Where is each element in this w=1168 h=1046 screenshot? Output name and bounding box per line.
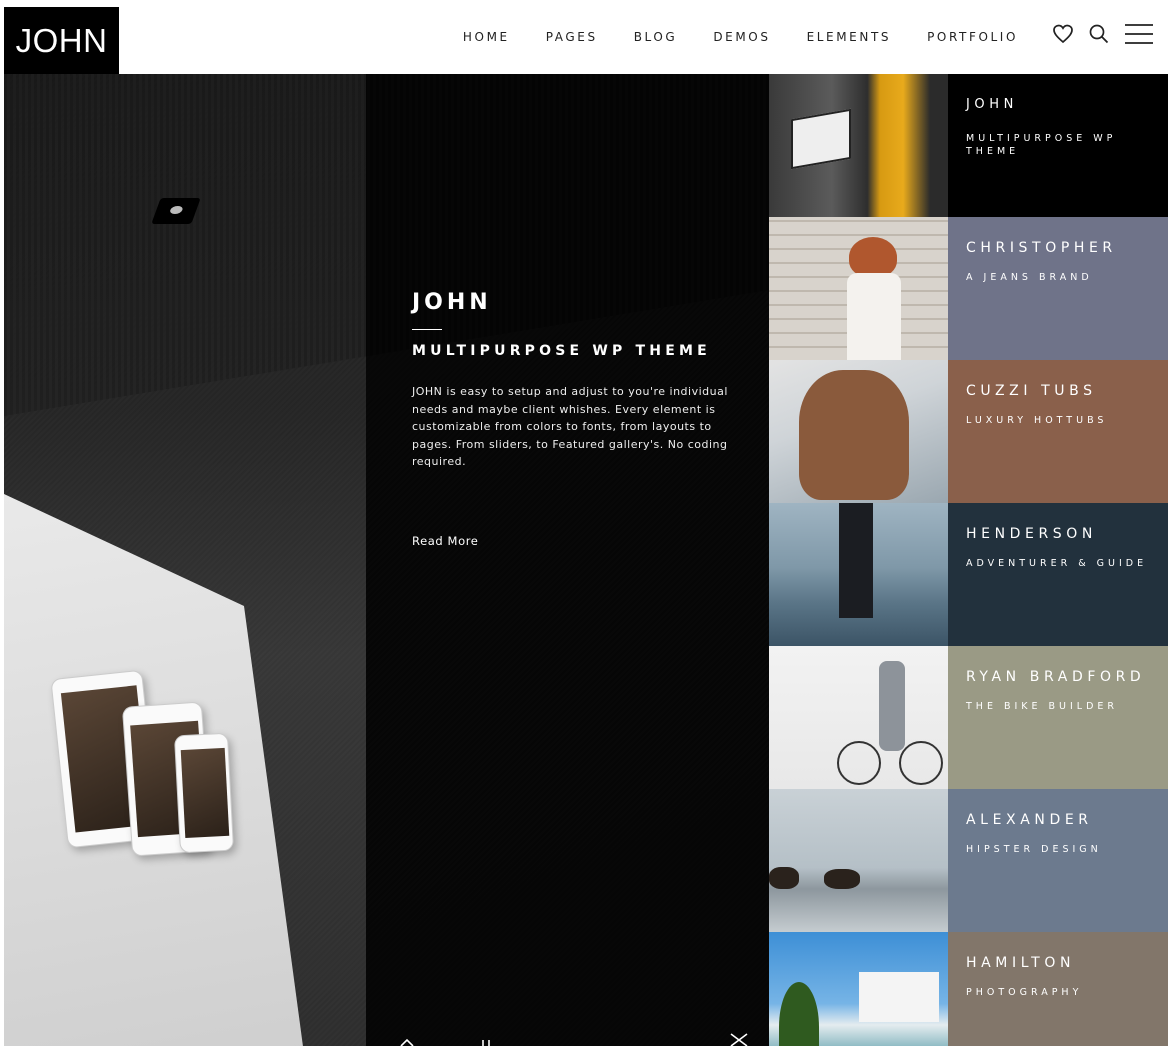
portfolio-subtitle: PHOTOGRAPHY xyxy=(966,987,1083,998)
nav-home[interactable]: HOME xyxy=(463,30,510,44)
slider-controls xyxy=(400,1028,760,1046)
portfolio-title: CUZZI TUBS xyxy=(966,383,1097,399)
nav-demos[interactable]: DEMOS xyxy=(713,30,770,44)
portfolio-thumbnail xyxy=(769,789,948,932)
portfolio-item-hamilton[interactable]: HAMILTON PHOTOGRAPHY xyxy=(769,932,1168,1046)
portfolio-subtitle: THE BIKE BUILDER xyxy=(966,701,1119,712)
portfolio-thumbnail xyxy=(769,217,948,360)
portfolio-title: HAMILTON xyxy=(966,955,1076,971)
search-icon[interactable] xyxy=(1088,23,1110,49)
site-logo[interactable]: JOHN xyxy=(4,7,119,74)
chevron-up-icon[interactable] xyxy=(400,1031,414,1046)
hero-subtitle: MULTIPURPOSE WP THEME xyxy=(412,343,711,359)
portfolio-thumbnail xyxy=(769,503,948,646)
hamburger-menu-icon[interactable] xyxy=(1124,22,1154,50)
portfolio-title: RYAN BRADFORD xyxy=(966,669,1146,685)
portfolio-subtitle: A JEANS BRAND xyxy=(966,272,1093,283)
pause-icon[interactable] xyxy=(480,1031,492,1046)
portfolio-subtitle: MULTIPURPOSE WP THEME xyxy=(966,133,1117,157)
nav-blog[interactable]: BLOG xyxy=(634,30,678,44)
portfolio-title: HENDERSON xyxy=(966,526,1097,542)
portfolio-subtitle: LUXURY HOTTUBS xyxy=(966,415,1108,426)
portfolio-item-alexander[interactable]: ALEXANDER HIPSTER DESIGN xyxy=(769,789,1168,932)
portfolio-info: CUZZI TUBS LUXURY HOTTUBS xyxy=(948,360,1168,503)
portfolio-title: ALEXANDER xyxy=(966,812,1093,828)
portfolio-info: HAMILTON PHOTOGRAPHY xyxy=(948,932,1168,1046)
portfolio-thumbnail xyxy=(769,932,948,1046)
portfolio-item-henderson[interactable]: HENDERSON ADVENTURER & GUIDE xyxy=(769,503,1168,646)
heart-icon[interactable] xyxy=(1052,24,1074,48)
main-nav: HOME PAGES BLOG DEMOS ELEMENTS PORTFOLIO xyxy=(463,0,1018,74)
portfolio-item-christopher[interactable]: CHRISTOPHER A JEANS BRAND xyxy=(769,217,1168,360)
read-more-link[interactable]: Read More xyxy=(412,534,478,548)
portfolio-item-cuzzi-tubs[interactable]: CUZZI TUBS LUXURY HOTTUBS xyxy=(769,360,1168,503)
hero-title: JOHN xyxy=(412,290,492,315)
hero-dark-overlay xyxy=(366,74,769,1046)
portfolio-thumbnail xyxy=(769,74,948,217)
hero-description: JOHN is easy to setup and adjust to you'… xyxy=(412,385,728,469)
site-header: JOHN HOME PAGES BLOG DEMOS ELEMENTS PORT… xyxy=(0,0,1168,74)
header-icons xyxy=(1052,22,1154,50)
portfolio-thumbnail xyxy=(769,646,948,789)
portfolio-item-john[interactable]: JOHN MULTIPURPOSE WP THEME xyxy=(769,74,1168,217)
portfolio-subtitle: ADVENTURER & GUIDE xyxy=(966,558,1148,569)
hero-slider: JOHN MULTIPURPOSE WP THEME JOHN is easy … xyxy=(4,74,769,1046)
portfolio-info: ALEXANDER HIPSTER DESIGN xyxy=(948,789,1168,932)
portfolio-grid: JOHN MULTIPURPOSE WP THEME CHRISTOPHER A… xyxy=(769,74,1168,1046)
device-mockup xyxy=(50,669,235,914)
close-icon[interactable] xyxy=(730,1031,748,1046)
portfolio-subtitle: HIPSTER DESIGN xyxy=(966,844,1102,855)
phone-device-small xyxy=(173,732,235,854)
portfolio-title: CHRISTOPHER xyxy=(966,240,1117,256)
portfolio-thumbnail xyxy=(769,360,948,503)
hero-content: JOHN MULTIPURPOSE WP THEME JOHN is easy … xyxy=(412,290,752,549)
hero-divider xyxy=(412,329,442,330)
nav-pages[interactable]: PAGES xyxy=(546,30,598,44)
portfolio-title: JOHN xyxy=(966,97,1018,112)
nav-elements[interactable]: ELEMENTS xyxy=(807,30,892,44)
portfolio-info: CHRISTOPHER A JEANS BRAND xyxy=(948,217,1168,360)
portfolio-info: RYAN BRADFORD THE BIKE BUILDER xyxy=(948,646,1168,789)
portfolio-info: HENDERSON ADVENTURER & GUIDE xyxy=(948,503,1168,646)
nav-portfolio[interactable]: PORTFOLIO xyxy=(927,30,1018,44)
portfolio-item-ryan-bradford[interactable]: RYAN BRADFORD THE BIKE BUILDER xyxy=(769,646,1168,789)
portfolio-info: JOHN MULTIPURPOSE WP THEME xyxy=(948,74,1168,217)
